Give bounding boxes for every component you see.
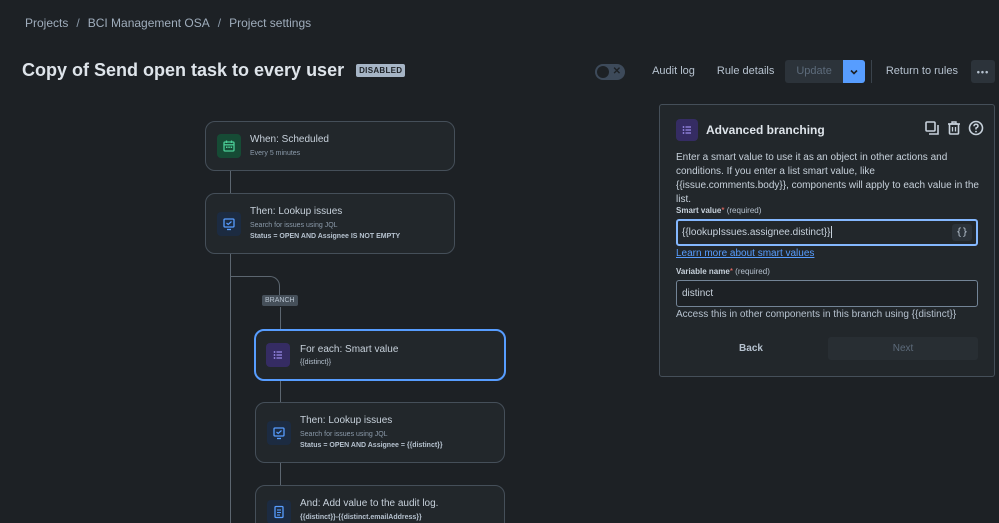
- close-icon: ✕: [612, 65, 622, 77]
- flow-connector: [230, 170, 231, 194]
- variable-hint: Access this in other components in this …: [676, 309, 957, 320]
- help-icon[interactable]: [968, 120, 984, 136]
- rule-enabled-toggle[interactable]: ✕: [595, 63, 626, 80]
- breadcrumb-project[interactable]: BCI Management OSA: [88, 16, 210, 30]
- trigger-subtitle: Every 5 minutes: [250, 150, 301, 157]
- more-actions-button[interactable]: •••: [971, 60, 995, 83]
- breadcrumb-project-settings[interactable]: Project settings: [229, 16, 311, 30]
- list-icon: [266, 343, 290, 367]
- calendar-icon: [217, 134, 241, 158]
- variable-name-label: Variable name* (required): [676, 267, 770, 276]
- audit-log-card[interactable]: And: Add value to the audit log. {{disti…: [255, 485, 505, 523]
- breadcrumb: Projects / BCI Management OSA / Project …: [25, 16, 311, 30]
- update-dropdown-button[interactable]: [842, 60, 865, 83]
- panel-title: Advanced branching: [706, 123, 825, 137]
- branch-label: BRANCH: [262, 295, 298, 306]
- toolbar-divider: [870, 60, 872, 83]
- branch-connector: [280, 463, 281, 485]
- breadcrumb-projects[interactable]: Projects: [25, 16, 68, 30]
- lookup-subtitle: Search for issues using JQL: [250, 222, 338, 229]
- next-button[interactable]: Next: [828, 337, 978, 360]
- more-icon: •••: [976, 66, 990, 77]
- variable-name-label-text: Variable name: [676, 267, 730, 276]
- panel-actions: [924, 120, 984, 136]
- breadcrumb-separator: /: [217, 16, 222, 30]
- smart-value-label-text: Smart value: [676, 206, 722, 215]
- insert-smart-value-button[interactable]: {}: [952, 224, 972, 241]
- braces-icon: {}: [955, 227, 969, 238]
- required-text: (required): [735, 267, 770, 276]
- breadcrumb-separator: /: [76, 16, 80, 30]
- lookup-issues-card[interactable]: Then: Lookup issues Search for issues us…: [255, 402, 505, 463]
- for-each-title: For each: Smart value: [300, 344, 399, 355]
- for-each-card[interactable]: For each: Smart value {{distinct}}: [254, 329, 506, 381]
- copy-icon[interactable]: [924, 120, 940, 136]
- text-cursor: [831, 226, 833, 239]
- search-icon: [267, 421, 291, 445]
- smart-value-input[interactable]: {{lookupIssues.assignee.distinct}} {}: [676, 219, 978, 246]
- learn-more-link[interactable]: Learn more about smart values: [676, 248, 814, 259]
- title-row: Copy of Send open task to every user DIS…: [22, 60, 406, 81]
- for-each-subtitle: {{distinct}}: [300, 359, 332, 366]
- audit-title: And: Add value to the audit log.: [300, 498, 439, 509]
- search-icon: [217, 212, 241, 236]
- variable-name-input[interactable]: distinct: [676, 280, 978, 307]
- toggle-knob: [597, 65, 610, 78]
- list-icon: [676, 119, 698, 141]
- required-asterisk: *: [721, 206, 725, 215]
- audit-log-button[interactable]: Audit log: [641, 60, 706, 83]
- advanced-branching-panel: Advanced branching Enter a smart value t…: [659, 104, 995, 377]
- branch-connector: [280, 380, 281, 402]
- panel-header: Advanced branching: [676, 119, 825, 141]
- branch-connector: [280, 307, 281, 331]
- back-button[interactable]: Back: [676, 338, 826, 360]
- variable-name-text: distinct: [682, 288, 714, 299]
- panel-description: Enter a smart value to use it as an obje…: [676, 152, 979, 205]
- rule-details-button[interactable]: Rule details: [706, 60, 785, 83]
- lookup-jql: Status = OPEN AND Assignee IS NOT EMPTY: [250, 233, 401, 240]
- lookup-title: Then: Lookup issues: [250, 206, 343, 217]
- document-icon: [267, 500, 291, 523]
- lookup-issues-card[interactable]: Then: Lookup issues Search for issues us…: [205, 193, 455, 254]
- return-to-rules-button[interactable]: Return to rules: [875, 60, 969, 83]
- lookup-title: Then: Lookup issues: [300, 415, 393, 426]
- update-button[interactable]: Update: [785, 60, 843, 83]
- trigger-card[interactable]: When: Scheduled Every 5 minutes: [205, 121, 455, 171]
- required-text: (required): [726, 206, 762, 215]
- page-title: Copy of Send open task to every user: [22, 60, 345, 80]
- lookup-subtitle: Search for issues using JQL: [300, 431, 388, 438]
- smart-value-label: Smart value* (required): [676, 206, 761, 215]
- chevron-down-icon: [850, 69, 858, 75]
- branch-curve: [260, 276, 280, 296]
- required-asterisk: *: [729, 267, 733, 276]
- smart-value-text: {{lookupIssues.assignee.distinct}}: [682, 227, 831, 238]
- audit-subtitle: {{distinct}}-{{distinct.emailAddress}}: [300, 514, 422, 521]
- flow-connector: [230, 254, 231, 523]
- trigger-title: When: Scheduled: [250, 134, 329, 145]
- status-badge: DISABLED: [356, 64, 406, 77]
- toolbar: ✕ Audit log Rule details Update Return t…: [595, 60, 995, 83]
- trash-icon[interactable]: [946, 120, 962, 136]
- lookup-jql: Status = OPEN AND Assignee = {{distinct}…: [300, 442, 443, 449]
